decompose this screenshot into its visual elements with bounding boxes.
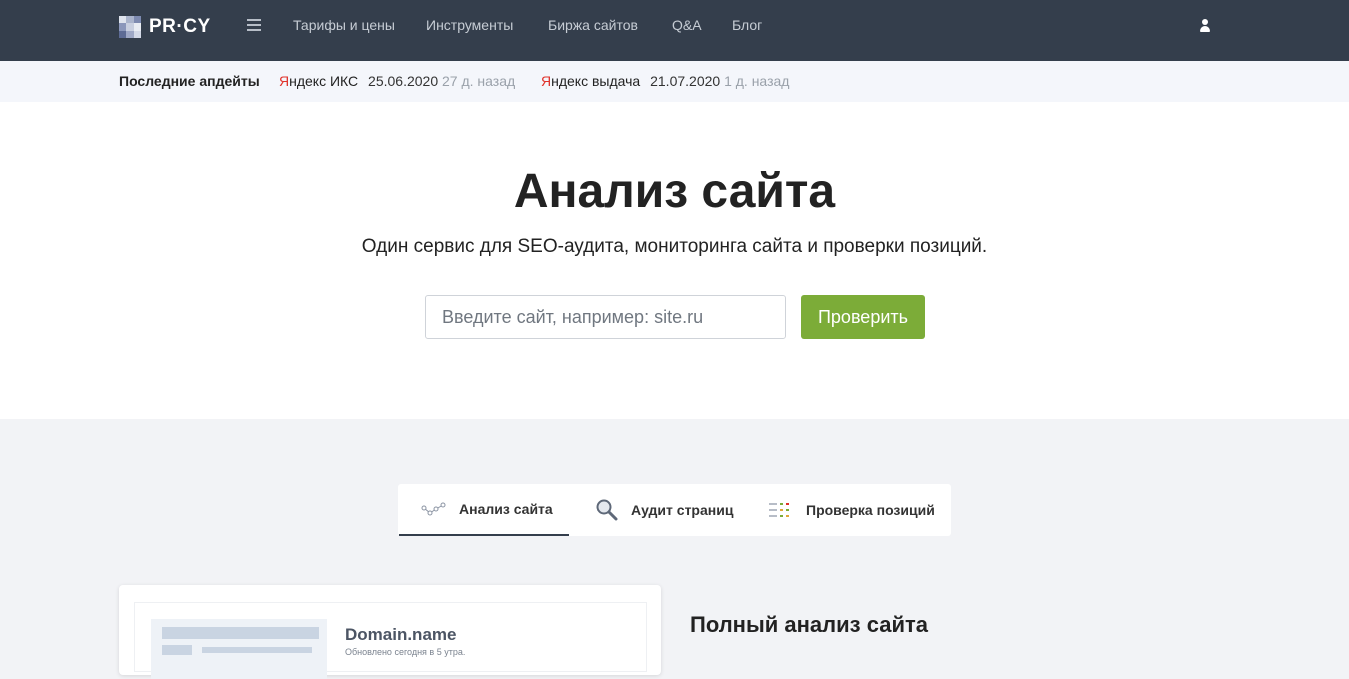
- nav-link-qa[interactable]: Q&A: [672, 17, 702, 33]
- update-date: 25.06.2020: [368, 73, 439, 89]
- update-ago: 27 д. назад: [442, 73, 516, 89]
- tab-label: Аудит страниц: [631, 502, 734, 518]
- preview-domain: Domain.name: [345, 625, 457, 644]
- updates-bar: Последние апдейты Яндекс ИКС 25.06.2020 …: [0, 61, 1349, 102]
- tab-position-check[interactable]: Проверка позиций: [769, 484, 949, 536]
- preview-updated: Обновлено сегодня в 5 утра.: [345, 647, 466, 657]
- magnifier-icon: [596, 499, 618, 521]
- logo[interactable]: PR·CY: [119, 16, 211, 38]
- site-url-input[interactable]: [425, 295, 786, 339]
- logo-mark-icon: [119, 16, 141, 38]
- updates-title: Последние апдейты: [119, 73, 260, 89]
- page-title: Анализ сайта: [513, 165, 836, 218]
- nav-link-pricing[interactable]: Тарифы и цены: [293, 17, 395, 33]
- update-name: ндекс ИКС: [289, 73, 359, 89]
- tab-page-audit[interactable]: Аудит страниц: [595, 484, 745, 536]
- menu-icon[interactable]: [247, 19, 261, 31]
- check-button[interactable]: Проверить: [801, 295, 925, 339]
- list-icon: [769, 503, 789, 517]
- nav-link-tools[interactable]: Инструменты: [426, 17, 513, 33]
- site-thumbnail: [151, 619, 327, 679]
- update-item-yandex-serp[interactable]: Яндекс выдача 21.07.2020 1 д. назад: [541, 73, 789, 89]
- page-subtitle: Один сервис для SEO-аудита, мониторинга …: [361, 236, 988, 257]
- feature-title: Полный анализ сайта: [690, 612, 928, 637]
- tab-label: Анализ сайта: [459, 501, 553, 517]
- update-date: 21.07.2020: [650, 73, 721, 89]
- nav-link-blog[interactable]: Блог: [732, 17, 762, 33]
- update-name: ндекс выдача: [551, 73, 641, 89]
- nav-link-marketplace[interactable]: Биржа сайтов: [548, 17, 638, 33]
- tab-site-analysis[interactable]: Анализ сайта: [399, 484, 569, 536]
- update-ago: 1 д. назад: [724, 73, 790, 89]
- graph-icon: [421, 502, 446, 516]
- tab-label: Проверка позиций: [806, 502, 935, 518]
- yandex-first-letter: Я: [541, 73, 552, 89]
- user-icon[interactable]: [1199, 19, 1211, 33]
- service-tabs: Анализ сайта Аудит страниц Проверка пози…: [398, 484, 951, 536]
- update-item-yandex-iks[interactable]: Яндекс ИКС 25.06.2020 27 д. назад: [279, 73, 515, 89]
- yandex-first-letter: Я: [279, 73, 290, 89]
- report-preview: Domain.name Обновлено сегодня в 5 утра.: [134, 602, 647, 679]
- logo-text: PR·CY: [149, 16, 211, 37]
- hero-section: Анализ сайта Один сервис для SEO-аудита,…: [0, 102, 1349, 419]
- report-preview-card: Domain.name Обновлено сегодня в 5 утра.: [119, 585, 661, 679]
- top-navbar: PR·CY Тарифы и цены Инструменты Биржа са…: [0, 0, 1349, 61]
